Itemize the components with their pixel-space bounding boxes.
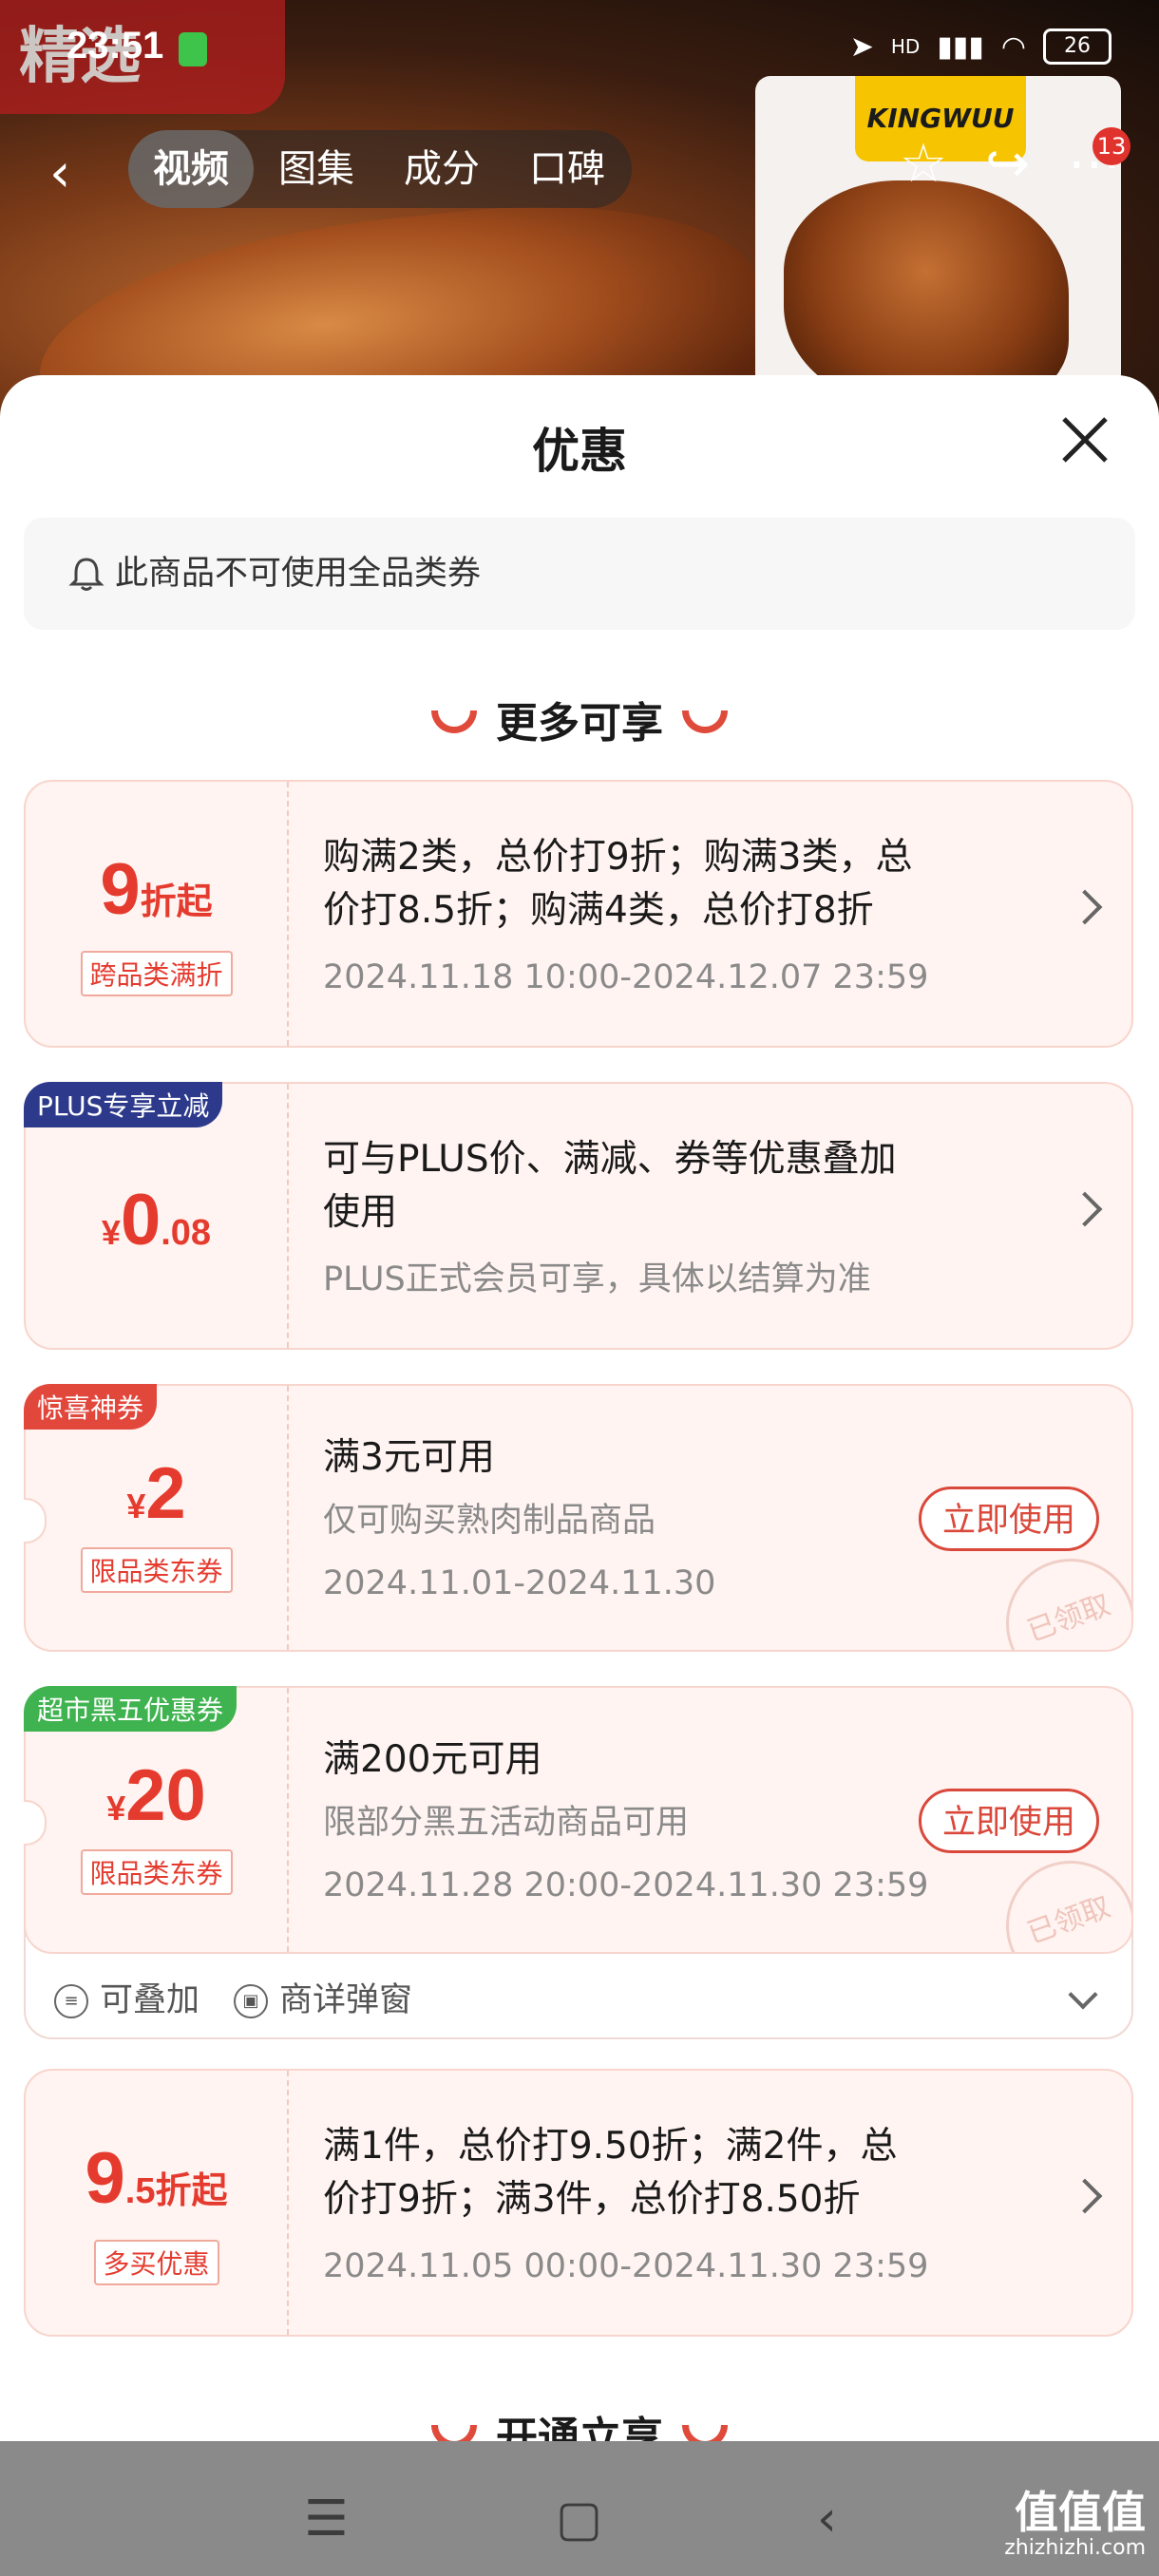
card-date: 2024.11.18 10:00-2024.12.07 23:59: [323, 958, 929, 996]
card-desc-line1: 购满2类，总价打9折；购满3类，总: [323, 836, 913, 879]
card-tag: 多买优惠: [93, 2240, 219, 2285]
notice-text: 此商品不可使用全品类券: [115, 555, 482, 593]
coupon-card-black-friday[interactable]: 超市黑五优惠券 ¥20 限品类东券 满200元可用 限部分黑五活动商品可用 20…: [24, 1686, 1133, 1954]
watermark: 值值值 zhizhizhi.com: [1004, 2487, 1146, 2560]
coupon-condition: 满200元可用: [323, 1738, 542, 1781]
chevron-right-icon: [1067, 889, 1103, 925]
tab-ingredients[interactable]: 成分: [379, 130, 504, 208]
coupon-note: 限部分黑五活动商品可用: [323, 1804, 690, 1842]
system-nav-bar: ☰ ▢ ‹: [0, 2441, 1159, 2576]
chevron-down-icon[interactable]: [1068, 1979, 1098, 2010]
cart-badge: 13: [1092, 127, 1130, 165]
coupon-date: 2024.11.01-2024.11.30: [323, 1564, 716, 1602]
card-desc-line1: 可与PLUS价、满减、券等优惠叠加: [323, 1138, 897, 1181]
coupon-value: 2: [145, 1453, 186, 1534]
coupon-date: 2024.11.28 20:00-2024.11.30 23:59: [323, 1866, 929, 1904]
chevron-right-icon: [1067, 1191, 1103, 1227]
popup-icon: ▣: [234, 1984, 269, 2018]
nav-actions: ☆ ↪ ⋯: [900, 133, 1121, 195]
stackable-label: ≡ 可叠加: [54, 1973, 200, 2021]
chevron-right-icon: [1067, 2178, 1103, 2214]
media-tabs: 视频 图集 成分 口碑: [128, 130, 632, 208]
wifi-icon: ◠: [1000, 29, 1026, 64]
card-date: 2024.11.05 00:00-2024.11.30 23:59: [323, 2247, 929, 2285]
card-desc-line2: 价打8.5折；购满4类，总价打8折: [323, 889, 874, 932]
tab-gallery[interactable]: 图集: [254, 130, 379, 208]
back-nav-icon[interactable]: ‹: [817, 2491, 837, 2548]
battery-icon: 26: [1043, 28, 1112, 65]
menu-icon[interactable]: ☰: [304, 2491, 349, 2548]
smile-right-icon: [682, 710, 728, 733]
charging-icon: [179, 32, 207, 66]
discount-card-plus[interactable]: PLUS专享立减 ¥0.08 可与PLUS价、满减、券等优惠叠加 使用 PLUS…: [24, 1082, 1133, 1350]
discount-suffix: 折起: [140, 882, 213, 922]
share-icon[interactable]: ↪: [985, 133, 1030, 195]
product-thumbnail[interactable]: KINGWUU: [755, 76, 1121, 389]
currency-symbol: ¥: [126, 1487, 146, 1525]
close-icon[interactable]: [1056, 411, 1113, 468]
signal-icon: ▮▮▮: [937, 29, 984, 64]
tab-video[interactable]: 视频: [128, 130, 254, 208]
discount-suffix: .5折起: [124, 2171, 228, 2211]
discount-value: 9: [85, 2138, 125, 2219]
currency-symbol: ¥: [101, 1213, 121, 1252]
card-tag: 跨品类满折: [80, 951, 233, 996]
bell-icon: [68, 558, 104, 591]
discount-sheet: 优惠 此商品不可使用全品类券 更多可享 9折起 跨品类满折 购满2类，总价打9折…: [0, 375, 1159, 2465]
coupon-card-black-friday-wrapper: 超市黑五优惠券 ¥20 限品类东券 满200元可用 限部分黑五活动商品可用 20…: [24, 1686, 1133, 2039]
discount-value: 0: [120, 1180, 162, 1260]
status-time: 23:51: [66, 25, 164, 66]
discount-suffix: .08: [161, 1213, 212, 1253]
stack-icon: ≡: [54, 1984, 88, 2018]
card-desc-line1: 满1件，总价打9.50折；满2件，总: [323, 2125, 898, 2168]
card-tag: 限品类东券: [80, 1849, 233, 1895]
smile-left-icon: [431, 710, 477, 733]
status-bar: 23:51 ➤ HD ▮▮▮ ◠ 26: [0, 0, 1159, 104]
section-more-title: 更多可享: [0, 689, 1159, 749]
tab-reviews[interactable]: 口碑: [504, 130, 630, 208]
popup-label: ▣ 商详弹窗: [234, 1973, 412, 2021]
location-icon: ➤: [849, 29, 874, 64]
network-label: HD: [890, 35, 921, 58]
use-now-button[interactable]: 立即使用: [919, 1789, 1099, 1853]
thumbnail-image: [784, 180, 1069, 389]
card-note: PLUS正式会员可享，具体以结算为准: [323, 1260, 871, 1298]
star-icon[interactable]: ☆: [900, 133, 947, 195]
discount-card-cross-category[interactable]: 9折起 跨品类满折 购满2类，总价打9折；购满3类，总 价打8.5折；购满4类，…: [24, 780, 1133, 1048]
coupon-condition: 满3元可用: [323, 1436, 495, 1479]
sheet-title: 优惠: [532, 424, 627, 479]
home-icon[interactable]: ▢: [556, 2491, 602, 2548]
card-tag: 限品类东券: [80, 1547, 233, 1593]
back-icon[interactable]: ‹: [49, 142, 70, 204]
card-desc-line2: 使用: [323, 1191, 398, 1234]
claimed-stamp: 已领取: [998, 1847, 1131, 1952]
notice-bar: 此商品不可使用全品类券: [24, 518, 1135, 630]
claimed-stamp: 已领取: [998, 1545, 1131, 1650]
discount-value: 9: [100, 849, 141, 930]
coupon-value: 20: [125, 1755, 206, 1836]
coupon-note: 仅可购买熟肉制品商品: [323, 1502, 656, 1540]
coupon-card-surprise[interactable]: 惊喜神券 ¥2 限品类东券 满3元可用 仅可购买熟肉制品商品 2024.11.0…: [24, 1384, 1133, 1652]
currency-symbol: ¥: [106, 1789, 126, 1828]
discount-card-multi-buy[interactable]: 9.5折起 多买优惠 满1件，总价打9.50折；满2件，总 价打9折；满3件，总…: [24, 2069, 1133, 2337]
section-more-label: 更多可享: [496, 699, 663, 748]
use-now-button[interactable]: 立即使用: [919, 1487, 1099, 1551]
card-desc-line2: 价打9折；满3件，总价打8.50折: [323, 2178, 861, 2221]
